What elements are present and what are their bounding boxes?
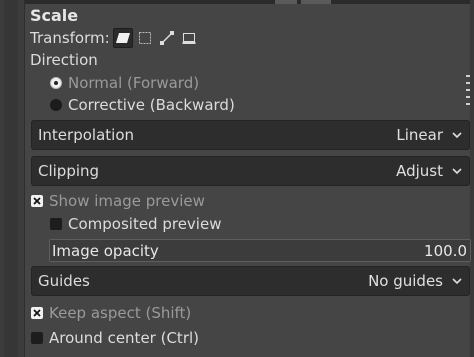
checkbox-unchecked-indicator	[31, 332, 43, 344]
chain-link-icon[interactable]	[466, 75, 472, 111]
x-mark-icon	[33, 197, 41, 205]
transform-selection-button[interactable]	[135, 28, 155, 48]
show-preview-label: Show image preview	[49, 192, 205, 210]
composited-preview-label: Composited preview	[68, 215, 222, 233]
clipping-combo[interactable]: Clipping Adjust	[31, 156, 470, 186]
dock-strip	[4, 0, 18, 357]
around-center-label: Around center (Ctrl)	[49, 329, 199, 347]
radio-unchecked-indicator	[50, 99, 62, 111]
direction-normal-radio[interactable]: Normal (Forward)	[50, 73, 199, 93]
guides-value: No guides	[368, 272, 443, 290]
dock-tab-marker	[301, 0, 331, 4]
interpolation-value: Linear	[396, 126, 443, 144]
chevron-down-icon	[452, 278, 462, 285]
transform-label: Transform:	[30, 29, 110, 47]
x-mark-icon	[33, 309, 41, 317]
top-dock-strip	[25, 0, 474, 4]
keep-aspect-label: Keep aspect (Shift)	[49, 304, 192, 322]
interpolation-label: Interpolation	[38, 126, 134, 144]
direction-corrective-label: Corrective (Backward)	[68, 96, 235, 114]
transform-layer-button[interactable]	[112, 28, 133, 48]
path-transform-icon	[159, 31, 174, 45]
right-dock-edge	[470, 0, 474, 357]
selection-transform-icon	[138, 32, 151, 44]
tool-options-title: Scale	[30, 6, 79, 25]
transform-row: Transform:	[30, 27, 201, 49]
checkbox-unchecked-indicator	[50, 218, 62, 230]
chevron-down-icon	[452, 132, 462, 139]
checkbox-checked-indicator	[31, 307, 43, 319]
radio-checked-indicator	[50, 77, 62, 89]
guides-combo[interactable]: Guides No guides	[31, 266, 470, 296]
interpolation-combo[interactable]: Interpolation Linear	[31, 120, 470, 150]
image-transform-icon	[182, 33, 196, 44]
chevron-down-icon	[452, 168, 462, 175]
transform-path-button[interactable]	[157, 28, 177, 48]
left-dock-edge	[0, 0, 25, 357]
image-opacity-slider[interactable]: Image opacity 100.0	[49, 239, 471, 262]
direction-corrective-radio[interactable]: Corrective (Backward)	[50, 95, 235, 115]
image-opacity-value: 100.0	[424, 241, 467, 260]
composited-preview-checkbox[interactable]: Composited preview	[50, 213, 221, 235]
show-preview-checkbox[interactable]: Show image preview	[31, 190, 205, 212]
guides-label: Guides	[38, 272, 90, 290]
direction-label: Direction	[30, 51, 98, 69]
clipping-value: Adjust	[396, 162, 443, 180]
transform-image-button[interactable]	[179, 28, 199, 48]
dock-tab-marker	[275, 0, 297, 4]
keep-aspect-checkbox[interactable]: Keep aspect (Shift)	[31, 302, 191, 324]
checkbox-checked-indicator	[31, 195, 43, 207]
around-center-checkbox[interactable]: Around center (Ctrl)	[31, 327, 199, 349]
layer-transform-icon	[115, 33, 130, 43]
image-opacity-label: Image opacity	[52, 241, 159, 260]
clipping-label: Clipping	[38, 162, 100, 180]
direction-normal-label: Normal (Forward)	[68, 74, 200, 92]
